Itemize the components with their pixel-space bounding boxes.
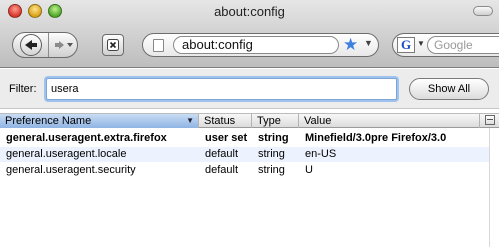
pref-value-cell: Minefield/3.0pre Firefox/3.0 [305,132,447,144]
navigation-toolbar: about:config ★ ▼ G ▼ Google [0,26,499,66]
vertical-scrollbar[interactable] [489,128,499,247]
back-arrow-icon [24,40,37,50]
window-title: about:config [214,4,285,19]
toolbar-toggle-button[interactable] [473,6,493,16]
page-icon [153,39,164,52]
pref-type-cell: string [258,132,289,144]
url-input[interactable]: about:config [173,36,339,54]
column-header-type[interactable]: Type [252,114,299,128]
pref-status-cell: default [205,164,239,176]
sort-descending-icon: ▼ [186,116,194,125]
pref-name-cell: general.useragent.extra.firefox [6,132,167,144]
column-label: Preference Name [5,115,92,127]
location-bar: about:config ★ ▼ [142,33,379,57]
bookmark-star-icon[interactable]: ★ [343,35,358,55]
pref-status-cell: default [205,148,239,160]
column-header-value[interactable]: Value [299,114,480,128]
pref-type-cell: string [258,148,285,160]
back-button[interactable] [13,33,49,57]
pref-name-cell: general.useragent.locale [6,148,127,160]
filter-input[interactable]: usera [46,78,397,100]
pref-status-cell: user set [205,132,248,144]
dropdown-icon[interactable]: ▼ [364,38,373,48]
stop-icon [107,39,119,51]
pref-value-cell: U [305,164,313,176]
title-bar: about:config [0,0,499,22]
preferences-table: Preference Name ▼ Status Type Value gene… [0,110,499,247]
forward-button[interactable] [50,33,78,57]
column-header-status[interactable]: Status [199,114,252,128]
filter-label: Filter: [9,83,37,95]
table-row[interactable]: general.useragent.locale default string … [0,147,489,162]
browser-window: about:config about:config ★ ▼ G ▼ Google… [0,0,499,247]
engine-dropdown-icon[interactable]: ▼ [417,39,425,48]
table-row[interactable]: general.useragent.security default strin… [0,163,489,178]
pref-value-cell: en-US [305,148,337,160]
pref-name-cell: general.useragent.security [6,164,136,176]
back-forward-group [12,32,78,58]
search-bar: G ▼ Google [392,33,499,57]
search-input[interactable]: Google [427,36,499,54]
window-chrome: about:config about:config ★ ▼ G ▼ Google [0,0,499,68]
forward-arrow-icon [55,41,64,49]
table-header: Preference Name ▼ Status Type Value [0,113,499,128]
google-icon[interactable]: G [397,37,415,53]
filter-row: Filter: usera Show All [0,69,499,109]
column-picker-icon[interactable] [485,115,495,125]
show-all-button[interactable]: Show All [409,78,489,100]
table-row[interactable]: general.useragent.extra.firefox user set… [0,131,489,146]
stop-button[interactable] [102,34,124,56]
forward-dropdown-icon [67,43,73,47]
pref-type-cell: string [258,164,285,176]
column-header-preference-name[interactable]: Preference Name ▼ [0,114,199,128]
